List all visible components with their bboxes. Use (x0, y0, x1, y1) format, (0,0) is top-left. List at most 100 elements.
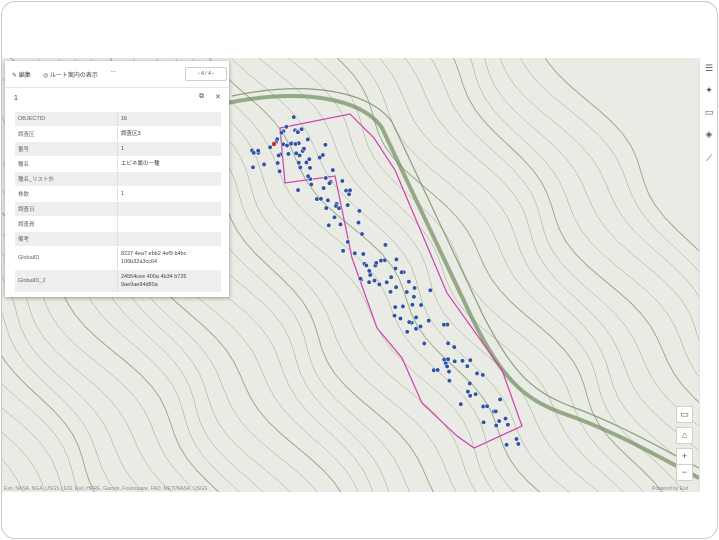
survey-point (359, 231, 365, 237)
survey-point (295, 129, 301, 135)
edit-button[interactable]: ✎ 編集 (12, 70, 31, 79)
survey-point (378, 258, 384, 264)
survey-point (345, 202, 351, 208)
survey-point (445, 356, 451, 362)
survey-point (317, 155, 323, 161)
survey-point (291, 114, 297, 120)
survey-point (504, 442, 510, 448)
attribute-value: 1 (117, 186, 221, 202)
powered-by-esri[interactable]: Powered by Esri (652, 486, 688, 492)
survey-point (467, 393, 473, 399)
survey-point (366, 279, 372, 285)
zoom-out-button[interactable]: − (676, 464, 693, 481)
attribute-row: 株数 1 (15, 186, 221, 202)
survey-point (413, 314, 419, 320)
survey-point (330, 167, 336, 173)
attribute-value (117, 201, 221, 217)
survey-point (493, 423, 499, 428)
survey-point (480, 372, 486, 378)
attribute-key: 種名_リスト外 (15, 171, 118, 187)
attribute-row: 番号 1 (15, 141, 221, 157)
survey-point (409, 302, 415, 308)
sparkle-icon[interactable]: ✦ (703, 84, 715, 96)
route-button[interactable]: ◎ ルート案内の表示 (43, 70, 98, 79)
survey-point (392, 313, 397, 319)
attribute-value: 1 (117, 141, 221, 157)
survey-point (515, 441, 521, 447)
survey-point (308, 182, 314, 187)
survey-point (460, 358, 465, 364)
bookmark-icon[interactable]: ▭ (703, 106, 715, 118)
attribute-row: 調査員 (15, 216, 221, 232)
survey-point (339, 178, 345, 184)
survey-point (323, 175, 329, 181)
basemap-icon[interactable]: ◈ (703, 128, 715, 140)
survey-point (275, 160, 281, 166)
attribute-row: 調査区 調査区3 (15, 126, 221, 142)
survey-point (426, 318, 432, 324)
survey-point (318, 196, 324, 202)
survey-point (295, 187, 301, 193)
home-icon[interactable]: ⌂ (676, 427, 693, 444)
attribute-value: 8227 4ea7 ebb2 4ef9 b4bc 106b32a3cc64 (117, 246, 221, 270)
survey-point (360, 251, 366, 257)
survey-point (388, 274, 394, 280)
survey-point (347, 187, 353, 193)
survey-point (497, 396, 503, 402)
attribute-row: 種名 エビネ属の一種 (15, 156, 221, 172)
popup-header: 1 ⧉ ✕ (5, 88, 229, 110)
survey-point (296, 160, 302, 166)
chevron-left-icon[interactable]: ‹ (198, 71, 200, 77)
attribute-row: 種名_リスト外 (15, 171, 221, 187)
attribute-key: OBJECTID (15, 112, 118, 127)
survey-point (473, 391, 479, 397)
survey-point (345, 239, 351, 245)
zoom-in-button[interactable]: + (676, 448, 693, 465)
survey-point (303, 160, 309, 165)
survey-point (467, 380, 473, 386)
more-button[interactable]: ... (111, 68, 116, 74)
survey-point (446, 378, 452, 384)
survey-point (250, 164, 256, 170)
survey-point (326, 222, 332, 228)
survey-point (301, 146, 307, 152)
survey-point (293, 141, 298, 147)
close-icon[interactable]: ✕ (215, 93, 221, 101)
survey-point (393, 284, 399, 290)
attribute-row: GlobalID_2 24554cee 400a 4b34 b725 9ae9ae… (15, 269, 221, 293)
survey-point (474, 370, 480, 376)
edit-label: 編集 (18, 73, 31, 79)
survey-point (465, 389, 471, 395)
attribute-value: エビネ属の一種 (117, 156, 221, 172)
dock-icon[interactable]: ⧉ (199, 93, 204, 101)
attribute-key: 種名 (15, 156, 118, 172)
survey-point (421, 341, 427, 346)
survey-point (305, 173, 311, 179)
survey-point (427, 287, 433, 293)
attribute-value (117, 216, 221, 232)
measure-icon[interactable]: ⟋ (703, 152, 715, 164)
survey-point (255, 148, 261, 154)
survey-point (481, 419, 487, 425)
feature-pager[interactable]: ‹ 4 / 4 › (185, 67, 227, 81)
survey-point (382, 242, 388, 248)
survey-point (288, 141, 294, 147)
survey-point (356, 220, 361, 226)
chevron-right-icon[interactable]: › (212, 71, 214, 77)
survey-point (496, 418, 502, 424)
attribute-value (117, 171, 221, 187)
attribute-key: 備考 (15, 231, 118, 247)
survey-point (307, 165, 313, 171)
survey-point (267, 144, 273, 150)
window-icon[interactable]: ▭ (676, 406, 693, 423)
popup-panel: ✎ 編集 ◎ ルート案内の表示 ... ‹ 4 / 4 › 1 ⧉ ✕ OBJE… (5, 61, 229, 297)
popup-title: 1 (14, 95, 18, 102)
layers-icon[interactable]: ☰ (703, 62, 715, 74)
survey-point (444, 363, 450, 369)
survey-point (505, 422, 511, 428)
survey-point (322, 142, 328, 148)
survey-point (400, 303, 406, 309)
attribute-value: 調査区3 (117, 126, 221, 142)
edit-icon: ✎ (12, 73, 18, 79)
survey-point (284, 143, 290, 148)
